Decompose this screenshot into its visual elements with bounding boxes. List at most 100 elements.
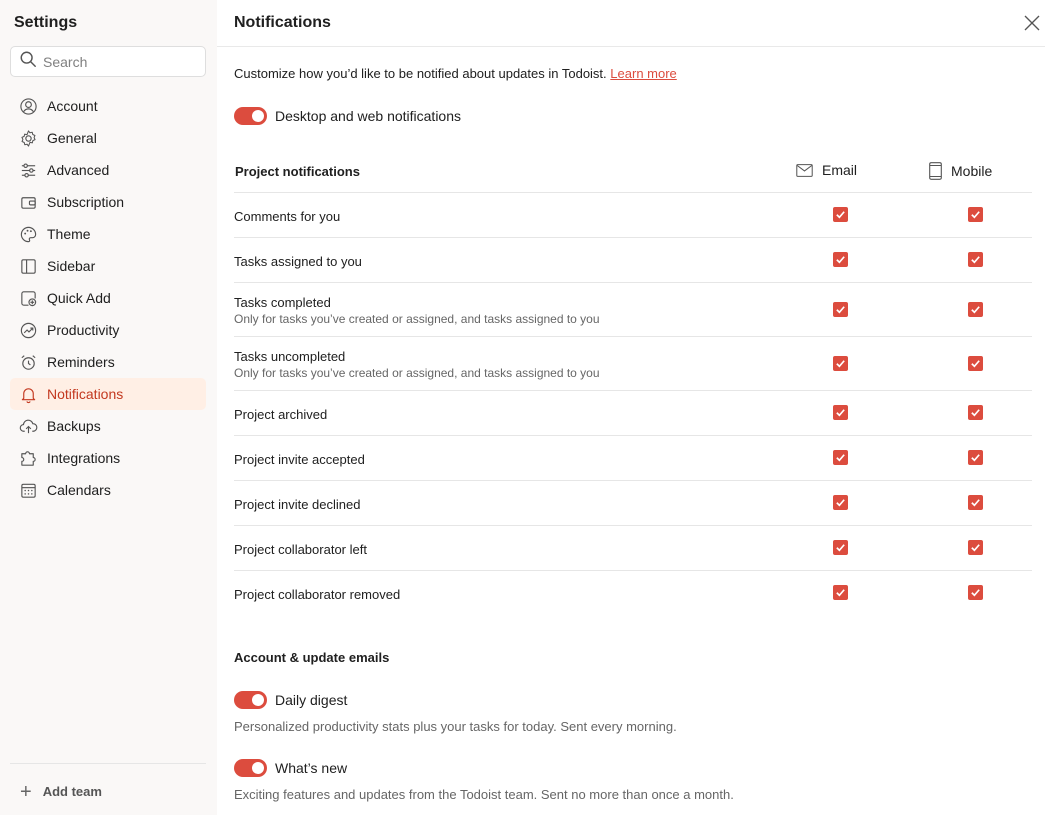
email-checkbox[interactable] — [833, 207, 848, 222]
mobile-checkbox[interactable] — [968, 405, 983, 420]
notifications-panel: Notifications Customize how you’d like t… — [217, 0, 1045, 815]
sidebar-item-account[interactable]: Account — [10, 90, 206, 122]
intro-description: Customize how you’d like to be notified … — [234, 66, 607, 81]
mobile-checkbox[interactable] — [968, 540, 983, 555]
add-team-label: Add team — [42, 784, 102, 799]
sidebar-item-label: Theme — [47, 226, 91, 242]
notification-row-tasks-assigned: Tasks assigned to you — [234, 238, 1032, 283]
calendar-icon — [18, 480, 38, 500]
email-checkbox[interactable] — [833, 450, 848, 465]
check-icon — [836, 409, 845, 417]
whats-new-toggle[interactable] — [234, 759, 267, 777]
mobile-checkbox[interactable] — [968, 450, 983, 465]
check-icon — [836, 544, 845, 552]
sidebar-item-general[interactable]: General — [10, 122, 206, 154]
row-label: Project collaborator removed — [234, 587, 401, 602]
check-icon — [971, 360, 980, 368]
whats-new-description: Exciting features and updates from the T… — [234, 787, 734, 802]
check-icon — [836, 360, 845, 368]
sidebar-item-theme[interactable]: Theme — [10, 218, 206, 250]
settings-nav: Account General Advanced Subscription Th… — [10, 90, 206, 506]
mobile-checkbox[interactable] — [968, 207, 983, 222]
account-icon — [18, 96, 38, 116]
sidebar-item-label: Notifications — [47, 386, 124, 402]
panel-header: Notifications — [217, 0, 1045, 47]
sidebar-item-reminders[interactable]: Reminders — [10, 346, 206, 378]
desktop-notifications-toggle[interactable] — [234, 107, 267, 125]
row-label: Project collaborator left — [234, 542, 367, 557]
sidebar-icon — [18, 256, 38, 276]
search-input[interactable] — [43, 53, 193, 70]
phone-icon — [929, 162, 942, 180]
check-icon — [971, 306, 980, 314]
mobile-checkbox[interactable] — [968, 356, 983, 371]
daily-digest-row: Daily digest — [234, 691, 347, 709]
email-checkbox[interactable] — [833, 252, 848, 267]
mobile-checkbox[interactable] — [968, 585, 983, 600]
check-icon — [971, 544, 980, 552]
check-icon — [836, 589, 845, 597]
row-label: Tasks assigned to you — [234, 254, 362, 269]
close-button[interactable] — [1021, 12, 1043, 34]
page-title: Notifications — [234, 14, 331, 31]
sidebar-item-label: Calendars — [47, 482, 111, 498]
email-checkbox[interactable] — [833, 405, 848, 420]
check-icon — [836, 256, 845, 264]
account-emails-title: Account & update emails — [234, 650, 390, 665]
sidebar-item-subscription[interactable]: Subscription — [10, 186, 206, 218]
daily-digest-description: Personalized productivity stats plus you… — [234, 719, 677, 734]
mobile-column-label: Mobile — [951, 163, 993, 179]
daily-digest-toggle[interactable] — [234, 691, 267, 709]
check-icon — [971, 211, 980, 219]
sidebar-item-backups[interactable]: Backups — [10, 410, 206, 442]
quick-add-icon — [18, 288, 38, 308]
row-label: Comments for you — [234, 209, 341, 224]
notification-row-invite-accepted: Project invite accepted — [234, 436, 1032, 481]
search-icon — [19, 50, 37, 73]
add-team-button[interactable]: + Add team — [10, 763, 206, 807]
sliders-icon — [18, 160, 38, 180]
email-checkbox[interactable] — [833, 495, 848, 510]
bell-icon — [18, 384, 38, 404]
mobile-checkbox[interactable] — [968, 252, 983, 267]
sidebar-item-advanced[interactable]: Advanced — [10, 154, 206, 186]
check-icon — [836, 211, 845, 219]
close-icon — [1024, 15, 1040, 31]
sidebar-item-label: Sidebar — [47, 258, 96, 274]
productivity-icon — [18, 320, 38, 340]
email-column-header: Email — [796, 162, 857, 178]
sidebar-item-label: General — [47, 130, 97, 146]
intro-text: Customize how you’d like to be notified … — [234, 66, 677, 81]
row-sublabel: Only for tasks you’ve created or assigne… — [234, 366, 600, 380]
sidebar-item-notifications[interactable]: Notifications — [10, 378, 206, 410]
row-label: Tasks uncompleted — [234, 349, 346, 364]
sidebar-item-calendars[interactable]: Calendars — [10, 474, 206, 506]
sidebar-item-quick-add[interactable]: Quick Add — [10, 282, 206, 314]
notification-row-comments: Comments for you — [234, 193, 1032, 238]
email-checkbox[interactable] — [833, 302, 848, 317]
cloud-upload-icon — [18, 416, 38, 436]
whats-new-label: What’s new — [275, 760, 348, 776]
email-checkbox[interactable] — [833, 540, 848, 555]
sidebar-item-productivity[interactable]: Productivity — [10, 314, 206, 346]
sidebar-title: Settings — [14, 14, 78, 31]
sidebar-item-sidebar[interactable]: Sidebar — [10, 250, 206, 282]
alarm-icon — [18, 352, 38, 372]
mobile-checkbox[interactable] — [968, 302, 983, 317]
project-notifications-header: Project notifications Email Mobile — [234, 160, 1032, 193]
check-icon — [836, 306, 845, 314]
row-label: Project archived — [234, 407, 328, 422]
check-icon — [971, 499, 980, 507]
search-box[interactable] — [10, 46, 206, 77]
learn-more-link[interactable]: Learn more — [610, 66, 676, 81]
puzzle-icon — [18, 448, 38, 468]
mobile-checkbox[interactable] — [968, 495, 983, 510]
email-checkbox[interactable] — [833, 585, 848, 600]
check-icon — [971, 589, 980, 597]
sidebar-item-integrations[interactable]: Integrations — [10, 442, 206, 474]
plus-icon: + — [20, 780, 32, 803]
notification-row-collaborator-left: Project collaborator left — [234, 526, 1032, 571]
email-checkbox[interactable] — [833, 356, 848, 371]
row-label: Project invite accepted — [234, 452, 365, 467]
section-title: Project notifications — [235, 164, 360, 179]
